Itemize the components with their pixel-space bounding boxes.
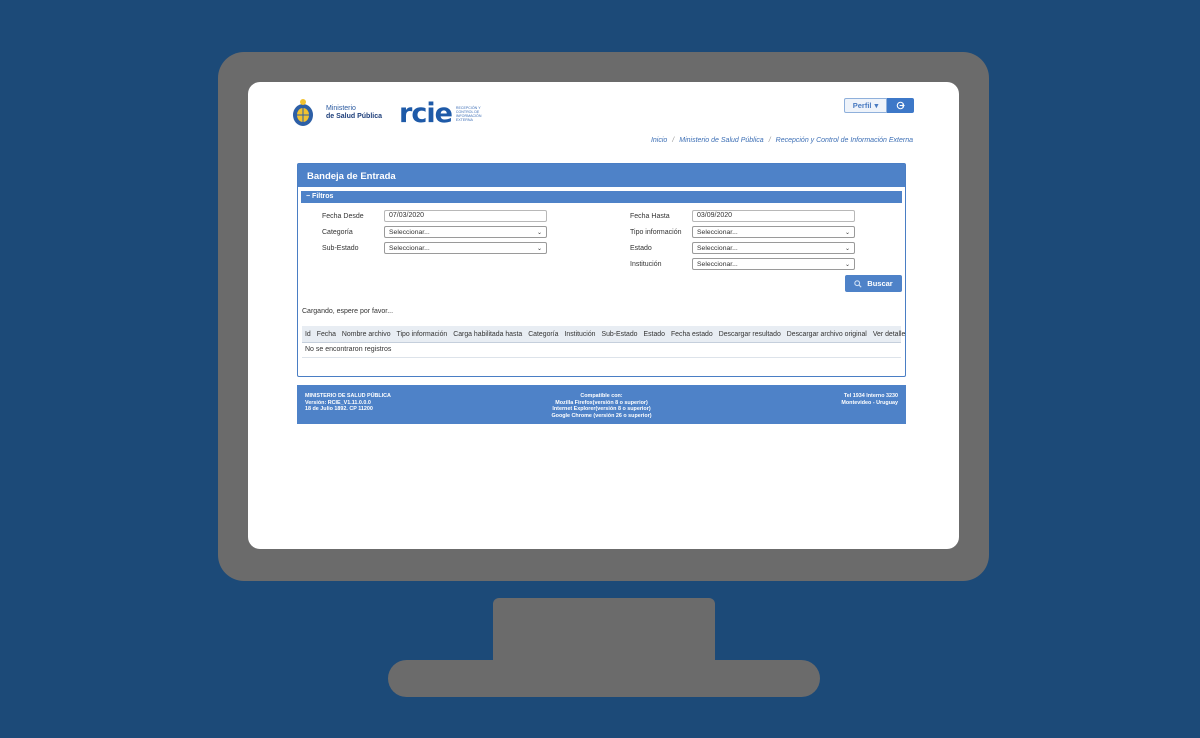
footer-compat-title: Compatible con: (580, 393, 623, 399)
footer-compat-firefox: Mozilla Firefox(versión 8 o superior) (555, 399, 648, 406)
col-tipo-informacion[interactable]: Tipo información (394, 331, 451, 338)
bandeja-panel: Bandeja de Entrada − Filtros Fecha Desde… (297, 163, 906, 377)
results-table-header: Id Fecha Nombre archivo Tipo información… (302, 326, 905, 343)
categoria-label: Categoría (322, 228, 353, 236)
col-carga-habilitada[interactable]: Carga habilitada hasta (450, 331, 525, 338)
col-categoria[interactable]: Categoría (525, 331, 561, 338)
breadcrumb-inicio[interactable]: Inicio (651, 137, 667, 144)
institucion-select[interactable]: Seleccionar... ⌄ (692, 258, 855, 270)
fecha-desde-input[interactable]: 07/03/2020 (384, 210, 547, 222)
footer-compat-ie: Internet Explorer(versión 8 o superior) (552, 406, 651, 413)
rcie-logo: rcie Recepción y Control de Información … (399, 98, 486, 129)
ministry-line-2: de Salud Pública (326, 113, 383, 120)
fecha-hasta-input[interactable]: 03/09/2020 (692, 210, 855, 222)
categoria-row: Categoría Seleccionar... ⌄ (322, 226, 547, 238)
perfil-dropdown-button[interactable]: Perfil ▾ (844, 98, 887, 113)
monitor-screen: Ministerio de Salud Pública rcie Recepci… (248, 82, 959, 549)
logout-button[interactable] (887, 98, 914, 113)
buscar-button[interactable]: Buscar (845, 275, 902, 292)
chevron-down-icon: ⌄ (536, 245, 542, 252)
fecha-desde-row: Fecha Desde 07/03/2020 (322, 210, 547, 222)
filtros-label: Filtros (312, 193, 334, 200)
categoria-value: Seleccionar... (389, 228, 430, 236)
panel-title: Bandeja de Entrada (298, 164, 905, 187)
breadcrumb-rcie: Recepción y Control de Información Exter… (775, 137, 913, 144)
col-institucion[interactable]: Institución (561, 331, 598, 338)
breadcrumb-separator: / (672, 137, 675, 144)
institucion-label: Institución (630, 260, 662, 268)
ministry-line-1: Ministerio (326, 105, 356, 112)
col-estado[interactable]: Estado (641, 331, 668, 338)
estado-row: Estado Seleccionar... ⌄ (630, 242, 855, 254)
fecha-hasta-row: Fecha Hasta 03/09/2020 (630, 210, 855, 222)
subestado-value: Seleccionar... (389, 244, 430, 252)
rcie-logo-mark: rcie (399, 98, 453, 129)
col-descargar-original[interactable]: Descargar archivo original (784, 331, 870, 338)
subestado-select[interactable]: Seleccionar... ⌄ (384, 242, 547, 254)
loading-text: Cargando, espere por favor... (302, 308, 394, 315)
filtros-toggle[interactable]: − Filtros (301, 191, 902, 203)
footer-city: Montevideo - Uruguay (841, 399, 898, 406)
minus-icon: − (306, 193, 311, 200)
caret-down-icon: ▾ (874, 101, 879, 110)
top-actions: Perfil ▾ (844, 98, 914, 113)
col-fecha[interactable]: Fecha (314, 331, 339, 338)
estado-label: Estado (630, 244, 652, 252)
col-ver-detalle[interactable]: Ver detalle (870, 331, 909, 338)
estado-select[interactable]: Seleccionar... ⌄ (692, 242, 855, 254)
tipo-select[interactable]: Seleccionar... ⌄ (692, 226, 855, 238)
subestado-label: Sub-Estado (322, 244, 359, 252)
buscar-label: Buscar (867, 279, 893, 288)
breadcrumb: Inicio / Ministerio de Salud Pública / R… (651, 137, 913, 144)
footer-phone: Tel 1934 Interno 3230 (843, 393, 898, 399)
footer-compat-chrome: Google Chrome (versión 26 o superior) (551, 412, 652, 419)
subestado-row: Sub-Estado Seleccionar... ⌄ (322, 242, 547, 254)
search-icon (854, 279, 862, 288)
col-id[interactable]: Id (302, 331, 314, 338)
chevron-down-icon: ⌄ (844, 229, 850, 236)
estado-value: Seleccionar... (697, 244, 738, 252)
chevron-down-icon: ⌄ (536, 229, 542, 236)
chevron-down-icon: ⌄ (844, 245, 850, 252)
msp-logo: Ministerio de Salud Pública (290, 98, 382, 128)
institucion-value: Seleccionar... (697, 260, 738, 268)
rcie-logo-subtitle: Recepción y Control de Información Exter… (455, 106, 482, 122)
tipo-label: Tipo información (630, 228, 682, 236)
breadcrumb-ministerio[interactable]: Ministerio de Salud Pública (679, 137, 763, 144)
page-footer: MINISTERIO DE SALUD PÚBLICA Versión: RCI… (297, 385, 906, 424)
table-empty-message: No se encontraron registros (302, 343, 901, 358)
col-fecha-estado[interactable]: Fecha estado (668, 331, 716, 338)
monitor-stand-base (388, 660, 820, 697)
categoria-select[interactable]: Seleccionar... ⌄ (384, 226, 547, 238)
footer-compat: Compatible con: Mozilla Firefox(versión … (297, 393, 906, 419)
chevron-down-icon: ⌄ (844, 261, 850, 268)
tipo-row: Tipo información Seleccionar... ⌄ (630, 226, 855, 238)
col-descargar-resultado[interactable]: Descargar resultado (716, 331, 784, 338)
fecha-desde-label: Fecha Desde (322, 212, 364, 220)
fecha-hasta-label: Fecha Hasta (630, 212, 670, 220)
col-subestado[interactable]: Sub-Estado (599, 331, 641, 338)
col-nombre-archivo[interactable]: Nombre archivo (339, 331, 394, 338)
perfil-label: Perfil (852, 101, 872, 110)
logout-icon (896, 101, 905, 110)
footer-right: Tel 1934 Interno 3230 Montevideo - Urugu… (841, 393, 898, 406)
institucion-row: Institución Seleccionar... ⌄ (630, 258, 855, 270)
uruguay-seal-icon (293, 99, 313, 126)
breadcrumb-separator: / (768, 137, 771, 144)
tipo-value: Seleccionar... (697, 228, 738, 236)
